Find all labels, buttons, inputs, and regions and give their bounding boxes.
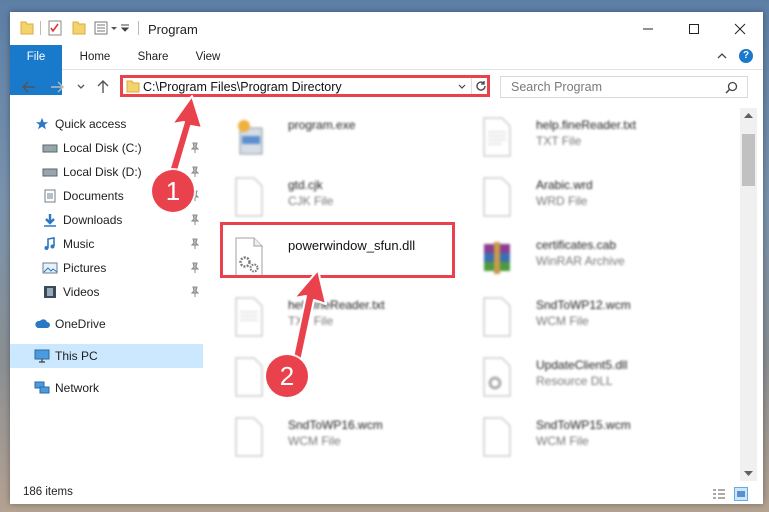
step-1-badge: 1 (152, 170, 194, 212)
tutorial-arrows (163, 95, 327, 376)
step-2-badge: 2 (266, 355, 308, 397)
